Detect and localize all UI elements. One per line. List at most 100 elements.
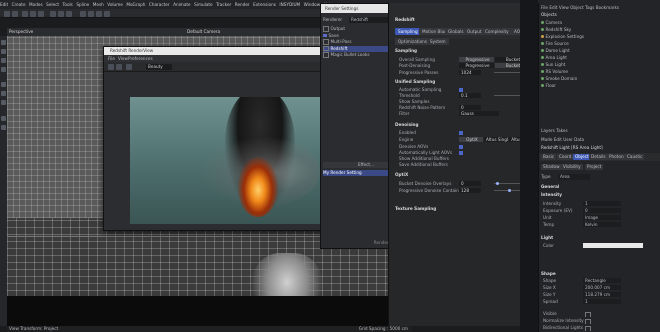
attr-tab-visibility[interactable]: Visibility [561, 164, 583, 170]
menu-item-extensions[interactable]: Extensions [253, 0, 276, 9]
om-object[interactable]: Object [570, 5, 584, 10]
engine-altus-single-button[interactable]: Altus Single [484, 137, 508, 142]
checkbox-icon[interactable] [323, 26, 329, 32]
attr-tab-object[interactable]: Object [573, 154, 591, 160]
points-mode-icon[interactable] [1, 82, 6, 87]
menu-item-character[interactable]: Character [149, 0, 170, 9]
rv-menu-file[interactable]: File [108, 55, 115, 62]
render-settings-icon[interactable] [66, 10, 72, 17]
spline-icon[interactable] [88, 10, 94, 17]
object-row[interactable]: Smoke Domain [541, 76, 659, 82]
attr-edit[interactable]: Edit [554, 137, 562, 142]
attribute-value[interactable]: Rectangle [583, 278, 621, 283]
menu-item-window[interactable]: Window [304, 0, 321, 9]
render-view-icon[interactable] [50, 10, 56, 17]
menu-item-tools[interactable]: Tools [63, 0, 73, 9]
object-row[interactable]: Area Light [541, 55, 659, 61]
object-row[interactable]: Redshift Sky [541, 27, 659, 33]
menu-item-tracker[interactable]: Tracker [216, 0, 231, 9]
attr-tab-shadow[interactable]: Shadow [541, 164, 562, 170]
checkbox-icon[interactable] [323, 52, 329, 58]
attribute-value[interactable] [583, 243, 643, 248]
rv-menu-view[interactable]: View [118, 55, 128, 62]
om-bookmarks[interactable]: Bookmarks [596, 5, 619, 10]
menu-item-simulate[interactable]: Simulate [194, 0, 213, 9]
attribute-checkbox-row[interactable]: Visible [543, 311, 659, 317]
light-type-select[interactable]: Area [557, 174, 590, 180]
tab-complexity[interactable]: Complexity [482, 28, 512, 35]
automatic-sampling-checkbox[interactable] [459, 87, 463, 92]
menu-item-select[interactable]: Select [46, 0, 59, 9]
section-shape[interactable]: Shape [541, 271, 556, 276]
section-intensity[interactable]: Intensity [541, 192, 562, 197]
filter-select[interactable]: Gauss [459, 111, 499, 116]
redo-icon[interactable] [12, 10, 18, 17]
stop-icon[interactable] [116, 64, 122, 70]
move-icon[interactable] [1, 49, 6, 54]
scale-tool-icon[interactable] [30, 10, 36, 17]
section-optix[interactable]: OptiX [395, 172, 408, 177]
attr-tab-basic[interactable]: Basic [541, 154, 557, 160]
post-progressive-button[interactable]: Progressive [459, 63, 494, 68]
om-view[interactable]: View [559, 5, 569, 10]
aov-select[interactable]: Beauty [146, 64, 172, 70]
om-tags[interactable]: Tags [585, 5, 594, 10]
menu-item-create[interactable]: Create [12, 0, 26, 9]
section-light[interactable]: Light [541, 235, 553, 240]
attribute-checkbox-row[interactable]: Normalize Intensity [543, 318, 659, 324]
cube-icon[interactable] [80, 10, 86, 17]
threshold-field[interactable]: 0.1 [459, 93, 481, 98]
rotate-tool-icon[interactable] [38, 10, 44, 17]
section-unified-sampling[interactable]: Unified Sampling [395, 79, 435, 84]
ipr-icon[interactable] [126, 64, 132, 70]
undo-icon[interactable] [4, 10, 10, 17]
object-row[interactable]: Fire Source [541, 41, 659, 47]
engine-optix-button[interactable]: OptiX [459, 137, 483, 142]
attr-tab-project[interactable]: Project [585, 164, 604, 170]
checkbox-icon[interactable] [585, 319, 591, 324]
checkbox-icon[interactable] [585, 312, 591, 317]
attribute-value[interactable]: Kelvin [583, 222, 621, 227]
attr-tab-caustic[interactable]: Caustic [625, 154, 645, 160]
snap-icon[interactable] [1, 116, 6, 121]
nurbs-icon[interactable] [96, 10, 102, 17]
progressive-button[interactable]: Progressive [459, 57, 494, 62]
tab-optimizations[interactable]: Optimizations [395, 38, 430, 45]
attribute-value[interactable]: 1 [583, 299, 621, 304]
select-tool-icon[interactable] [1, 40, 6, 45]
denoise-enabled-checkbox[interactable] [459, 130, 463, 135]
tab-sampling[interactable]: Sampling [395, 28, 421, 35]
menu-item-edit[interactable]: Edit [0, 0, 8, 9]
attr-user-data[interactable]: User Data [563, 137, 584, 142]
object-row[interactable]: Sun Light [541, 62, 659, 68]
object-row[interactable]: Camera [541, 20, 659, 26]
axis-icon[interactable] [1, 125, 6, 130]
om-file[interactable]: File [541, 5, 548, 10]
bucket-denoise-field[interactable]: 0 [459, 181, 481, 186]
object-row[interactable]: Dome Light [541, 48, 659, 54]
scale-icon[interactable] [1, 58, 6, 63]
polygons-mode-icon[interactable] [1, 100, 6, 105]
menu-item-mograph[interactable]: MoGraph [126, 0, 145, 9]
tab-layers[interactable]: Layers [541, 128, 555, 133]
light-aovs-checkbox[interactable] [459, 150, 463, 155]
object-row[interactable]: RS Volume [541, 69, 659, 75]
rv-menu-preferences[interactable]: Preferences [128, 55, 153, 62]
attribute-checkbox-row[interactable]: Bidirectional Lights [543, 325, 659, 331]
noise-pattern-field[interactable]: 0 [459, 105, 481, 110]
tab-takes[interactable]: Takes [556, 128, 567, 133]
progressive-passes-field[interactable]: 1024 [459, 70, 481, 75]
attr-mode[interactable]: Mode [541, 137, 552, 142]
attribute-value[interactable]: Image [583, 215, 621, 220]
attribute-value[interactable]: 200.007 cm [583, 285, 621, 290]
light-icon[interactable] [104, 10, 110, 17]
section-general[interactable]: General [541, 184, 559, 189]
rotate-icon[interactable] [1, 67, 6, 72]
menu-item-spline[interactable]: Spline [76, 0, 89, 9]
play-icon[interactable] [108, 64, 114, 70]
menu-item-modes[interactable]: Modes [29, 0, 43, 9]
edges-mode-icon[interactable] [1, 91, 6, 96]
attr-tab-details[interactable]: Details [589, 154, 608, 160]
section-texture-sampling[interactable]: Texture Sampling [395, 206, 436, 211]
move-tool-icon[interactable] [22, 10, 28, 17]
